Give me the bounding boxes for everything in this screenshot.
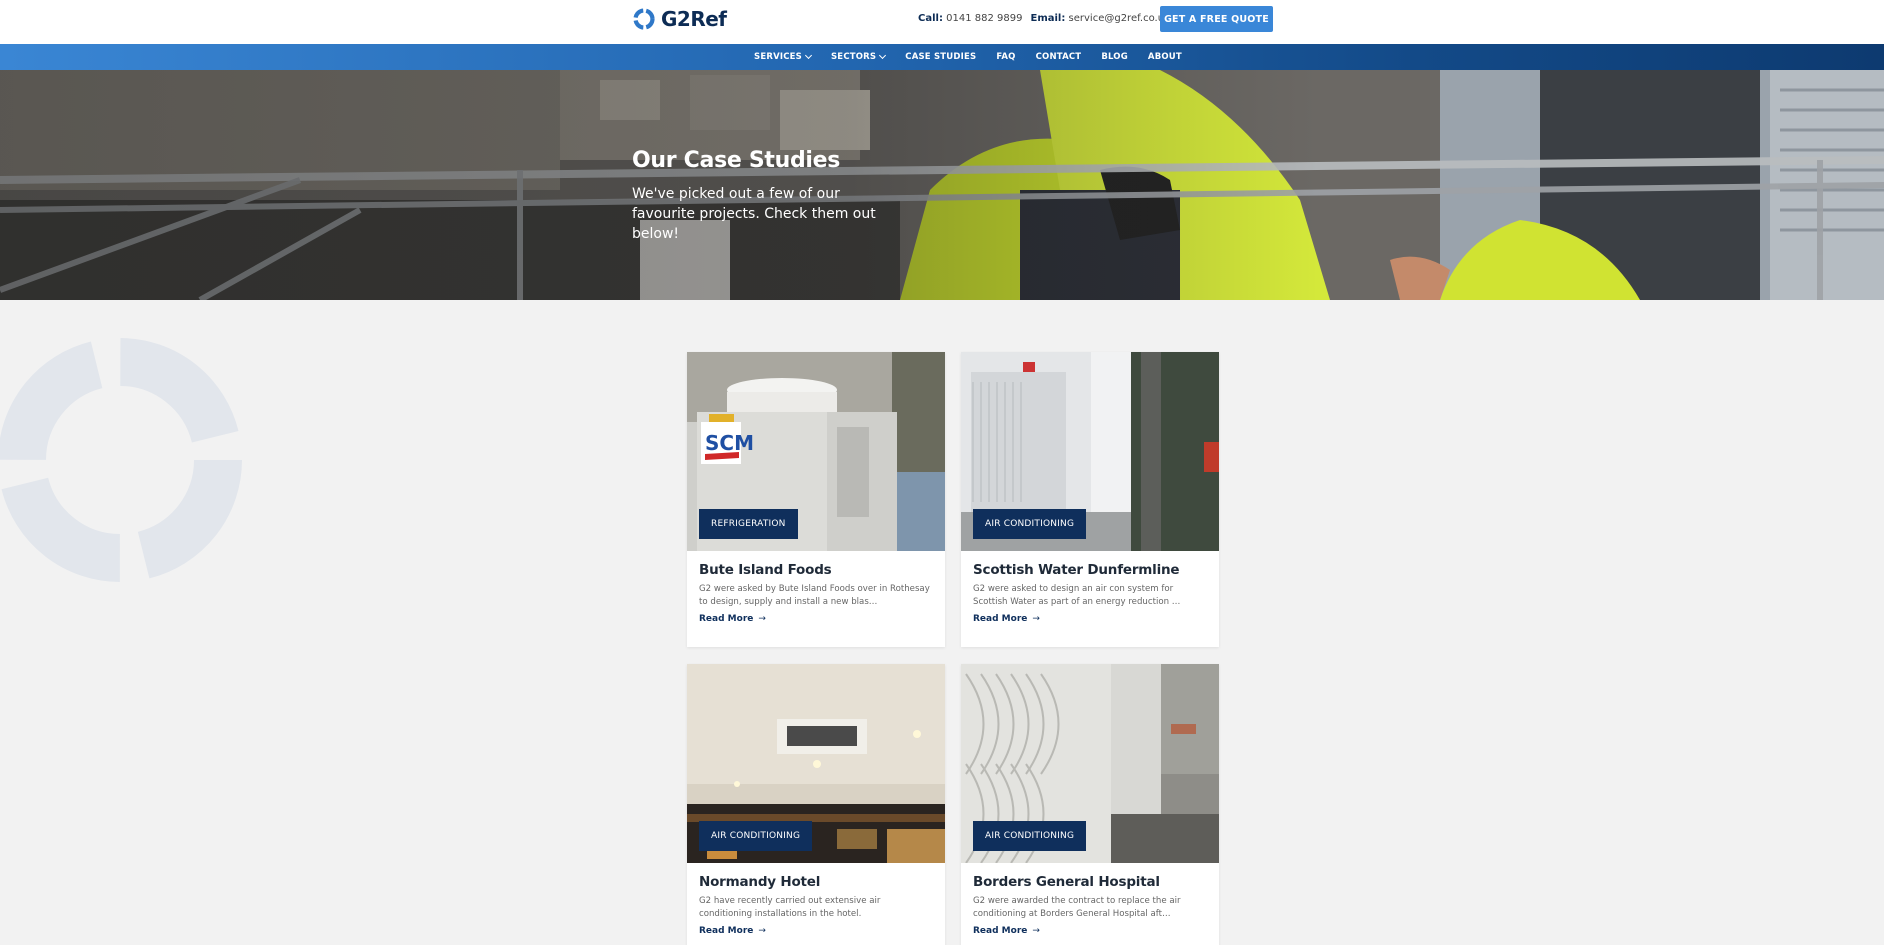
nav-item-contact[interactable]: CONTACT <box>1036 52 1082 62</box>
case-study-image[interactable]: AIR CONDITIONING <box>961 352 1219 551</box>
card-title[interactable]: Borders General Hospital <box>973 874 1207 890</box>
nav-label: SERVICES <box>754 52 802 62</box>
nav-label: SECTORS <box>830 52 877 62</box>
case-study-card[interactable]: SCM REFRIGERATION Bute Island Foods G2 w… <box>687 352 945 647</box>
free-quote-button[interactable]: GET A FREE QUOTE <box>1160 6 1273 32</box>
g2-logo-icon <box>633 8 655 30</box>
card-excerpt: G2 were asked by Bute Island Foods over … <box>699 584 930 607</box>
email-label: Email: <box>1030 13 1066 24</box>
hero-overlay <box>0 70 1884 300</box>
read-more-label: Read More <box>699 614 754 624</box>
case-study-image[interactable]: AIR CONDITIONING <box>961 664 1219 863</box>
arrow-right-icon: → <box>758 614 766 624</box>
nav-item-about[interactable]: ABOUT <box>1148 52 1182 62</box>
arrow-right-icon: → <box>1032 926 1040 936</box>
svg-text:SCM: SCM <box>705 431 754 455</box>
nav-label: BLOG <box>1101 52 1128 62</box>
site-logo[interactable]: G2Ref <box>632 6 727 32</box>
card-body: Scottish Water Dunfermline G2 were asked… <box>961 551 1219 647</box>
card-body: Normandy Hotel G2 have recently carried … <box>687 863 945 945</box>
card-title[interactable]: Normandy Hotel <box>699 874 933 890</box>
nav-item-sectors[interactable]: SECTORS <box>830 51 887 62</box>
nav-item-services[interactable]: SERVICES <box>754 51 813 62</box>
main-nav: SERVICES SECTORS CASE STUDIES FAQ CONTAC… <box>0 44 1884 70</box>
read-more-link[interactable]: Read More → <box>699 926 933 936</box>
header-contact: Call: 0141 882 9899 Email: service@g2ref… <box>918 13 1170 24</box>
hero-subtitle: We've picked out a few of our favourite … <box>632 186 876 242</box>
read-more-link[interactable]: Read More → <box>973 614 1207 624</box>
case-study-image[interactable]: AIR CONDITIONING <box>687 664 945 863</box>
call-label: Call: <box>918 13 943 24</box>
case-study-card[interactable]: AIR CONDITIONING Scottish Water Dunferml… <box>961 352 1219 647</box>
read-more-label: Read More <box>973 926 1028 936</box>
arrow-right-icon: → <box>1032 614 1040 624</box>
read-more-label: Read More <box>973 614 1028 624</box>
site-header: G2Ref Call: 0141 882 9899 Email: service… <box>0 0 1884 44</box>
card-title[interactable]: Bute Island Foods <box>699 562 933 578</box>
page-title: Our Case Studies <box>632 148 841 173</box>
hero-banner: Our Case Studies We've picked out a few … <box>0 70 1884 300</box>
nav-item-faq[interactable]: FAQ <box>996 52 1015 62</box>
card-title[interactable]: Scottish Water Dunfermline <box>973 562 1207 578</box>
card-body: Borders General Hospital G2 were awarded… <box>961 863 1219 945</box>
call-info: Call: 0141 882 9899 <box>918 13 1022 24</box>
nav-label: CASE STUDIES <box>905 52 977 62</box>
read-more-label: Read More <box>699 926 754 936</box>
card-body: Bute Island Foods G2 were asked by Bute … <box>687 551 945 647</box>
logo-text: G2Ref <box>661 7 727 31</box>
nav-label: ABOUT <box>1147 52 1182 62</box>
nav-item-case-studies[interactable]: CASE STUDIES <box>905 52 976 62</box>
category-tag[interactable]: AIR CONDITIONING <box>973 509 1087 539</box>
card-excerpt: G2 were asked to design an air con syste… <box>973 584 1181 607</box>
watermark-logo-icon <box>0 338 242 582</box>
case-study-card[interactable]: AIR CONDITIONING Borders General Hospita… <box>961 664 1219 945</box>
category-tag[interactable]: REFRIGERATION <box>699 509 798 539</box>
nav-label: FAQ <box>996 52 1016 62</box>
chevron-down-icon <box>879 51 887 60</box>
nav-item-blog[interactable]: BLOG <box>1101 52 1128 62</box>
read-more-link[interactable]: Read More → <box>699 614 933 624</box>
email-info: Email: service@g2ref.co.uk <box>1030 13 1169 24</box>
card-excerpt: G2 have recently carried out extensive a… <box>699 896 881 919</box>
email-address[interactable]: service@g2ref.co.uk <box>1069 13 1170 24</box>
read-more-link[interactable]: Read More → <box>973 926 1207 936</box>
nav-label: CONTACT <box>1035 52 1082 62</box>
case-study-card[interactable]: AIR CONDITIONING Normandy Hotel G2 have … <box>687 664 945 945</box>
case-study-image[interactable]: SCM REFRIGERATION <box>687 352 945 551</box>
arrow-right-icon: → <box>758 926 766 936</box>
card-excerpt: G2 were awarded the contract to replace … <box>973 896 1181 919</box>
category-tag[interactable]: AIR CONDITIONING <box>973 821 1087 851</box>
phone-number[interactable]: 0141 882 9899 <box>946 13 1022 24</box>
category-tag[interactable]: AIR CONDITIONING <box>699 821 813 851</box>
chevron-down-icon <box>804 51 813 60</box>
